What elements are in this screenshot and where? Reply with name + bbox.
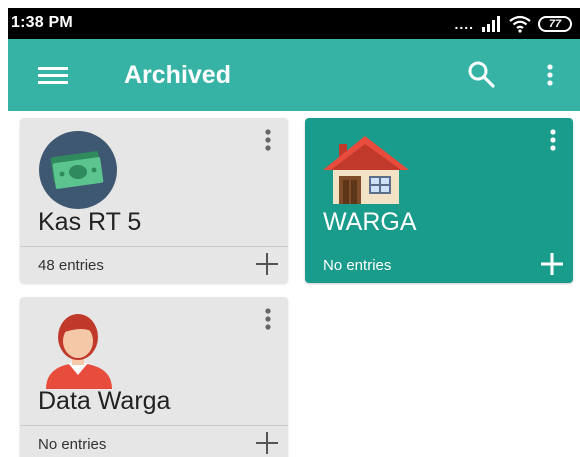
more-vert-icon	[265, 129, 271, 151]
card-entries-count: No entries	[323, 257, 392, 274]
card-more-button[interactable]	[262, 128, 274, 154]
status-bar: 1:38 PM .... 77	[8, 8, 580, 39]
card-footer: No entries	[305, 246, 573, 283]
card-kas-rt-5[interactable]: Kas RT 5 48 entries	[20, 118, 288, 283]
screen: 1:38 PM .... 77 Archived Kas RT 5 48 ent…	[8, 8, 580, 457]
card-title: Kas RT 5	[38, 208, 142, 236]
app-bar: Archived	[8, 39, 580, 111]
card-title: Data Warga	[38, 387, 171, 415]
plus-icon	[256, 253, 278, 275]
card-data-warga[interactable]: Data Warga No entries	[20, 297, 288, 457]
card-footer: 48 entries	[20, 246, 288, 283]
card-footer: No entries	[20, 425, 288, 457]
card-warga[interactable]: WARGA No entries	[305, 118, 573, 283]
add-entry-button[interactable]	[254, 251, 280, 277]
signal-dots: ....	[454, 16, 474, 32]
wifi-icon	[509, 15, 531, 33]
house-icon	[323, 136, 409, 204]
page-title: Archived	[124, 61, 231, 89]
status-time: 1:38 PM	[11, 14, 73, 31]
hamburger-menu-icon	[38, 67, 68, 84]
battery-icon: 77	[538, 16, 572, 32]
search-button[interactable]	[466, 59, 498, 91]
card-entries-count: No entries	[38, 436, 107, 453]
status-icons: .... 77	[454, 14, 572, 34]
card-title: WARGA	[323, 208, 417, 236]
cell-signal-icon	[482, 16, 500, 32]
overflow-menu-button[interactable]	[538, 59, 562, 91]
plus-icon	[541, 253, 563, 275]
card-entries-count: 48 entries	[38, 257, 104, 274]
person-icon	[46, 314, 112, 389]
more-vert-icon	[547, 64, 553, 86]
menu-button[interactable]	[38, 63, 70, 87]
search-icon	[468, 61, 495, 88]
plus-icon	[256, 432, 278, 454]
card-more-button[interactable]	[262, 307, 274, 333]
add-entry-button[interactable]	[254, 430, 280, 456]
add-entry-button[interactable]	[539, 251, 565, 277]
more-vert-icon	[265, 308, 271, 330]
money-icon	[39, 131, 117, 209]
card-more-button[interactable]	[547, 128, 559, 154]
more-vert-icon	[550, 129, 556, 151]
